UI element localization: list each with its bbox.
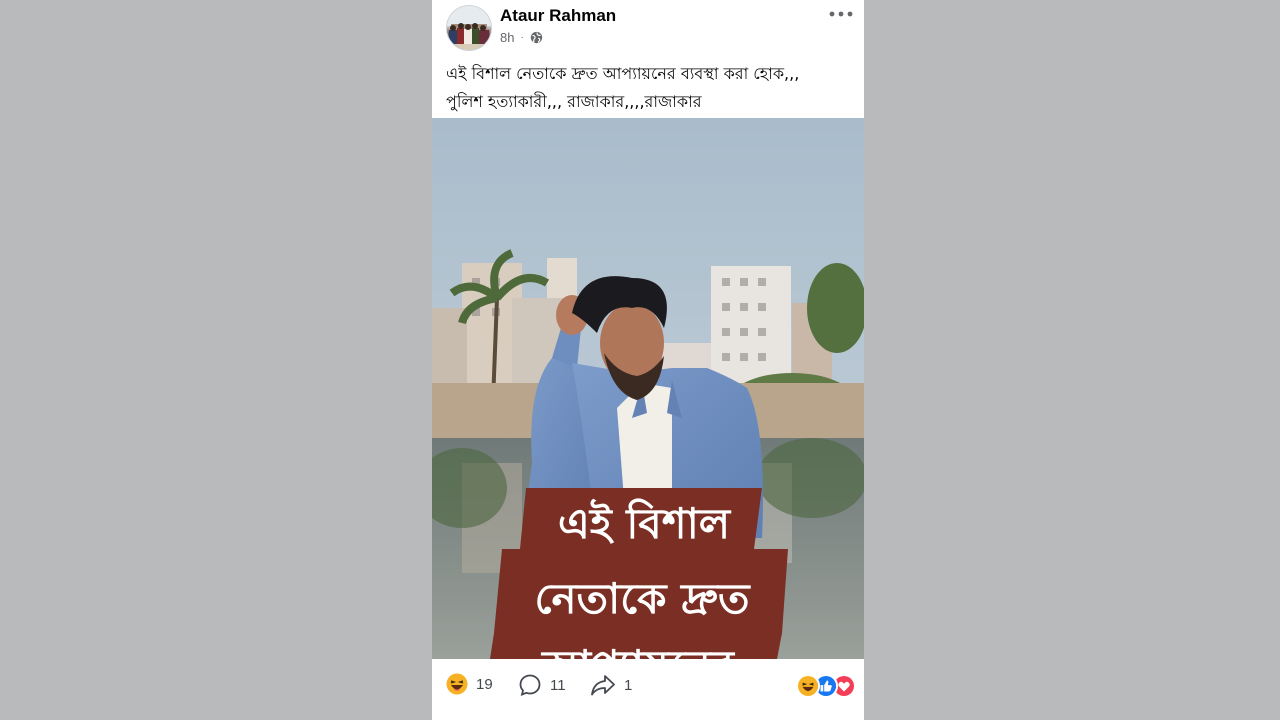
reactions-count: 19 [476, 675, 493, 693]
comment-icon [519, 674, 541, 696]
post-caption: এই বিশাল নেতাকে দ্রুত আপ্যায়নের ব্যবস্থ… [446, 60, 856, 116]
post-header: Ataur Rahman 8h · [432, 0, 864, 60]
author-avatar[interactable] [446, 5, 492, 51]
more-icon [829, 11, 853, 17]
comment-button[interactable]: 11 [518, 673, 566, 697]
share-button[interactable]: 1 [590, 673, 632, 697]
share-icon [591, 675, 615, 696]
post-card: Ataur Rahman 8h · এই বিশাল নেতাকে দ্রুত [432, 0, 864, 720]
reactions-button[interactable]: 19 [446, 673, 493, 695]
reaction-types[interactable] [796, 674, 856, 698]
overlay-text: এই বিশাল [558, 498, 732, 548]
comments-count: 11 [550, 676, 566, 694]
globe-icon [530, 31, 543, 44]
post-timestamp[interactable]: 8h [500, 30, 514, 45]
meta-separator: · [520, 32, 524, 43]
overlay-text: নেতাকে দ্রুত [534, 574, 751, 623]
shares-count: 1 [624, 676, 633, 694]
haha-icon [446, 673, 468, 695]
more-options-button[interactable] [828, 4, 854, 24]
post-footer: 19 11 1 [432, 659, 864, 720]
post-photo[interactable]: এই বিশাল নেতাকে দ্রুত আপ্যায়নের [432, 118, 864, 659]
author-name[interactable]: Ataur Rahman [500, 6, 616, 26]
haha-icon [796, 674, 820, 698]
overlay-text: আপ্যায়নের [540, 641, 736, 659]
post-meta: 8h · [500, 30, 543, 45]
caption-line: পুলিশ হত্যাকারী,,, রাজাকার,,,,রাজাকার [446, 92, 702, 111]
caption-line: এই বিশাল নেতাকে দ্রুত আপ্যায়নের ব্যবস্থ… [446, 64, 800, 83]
